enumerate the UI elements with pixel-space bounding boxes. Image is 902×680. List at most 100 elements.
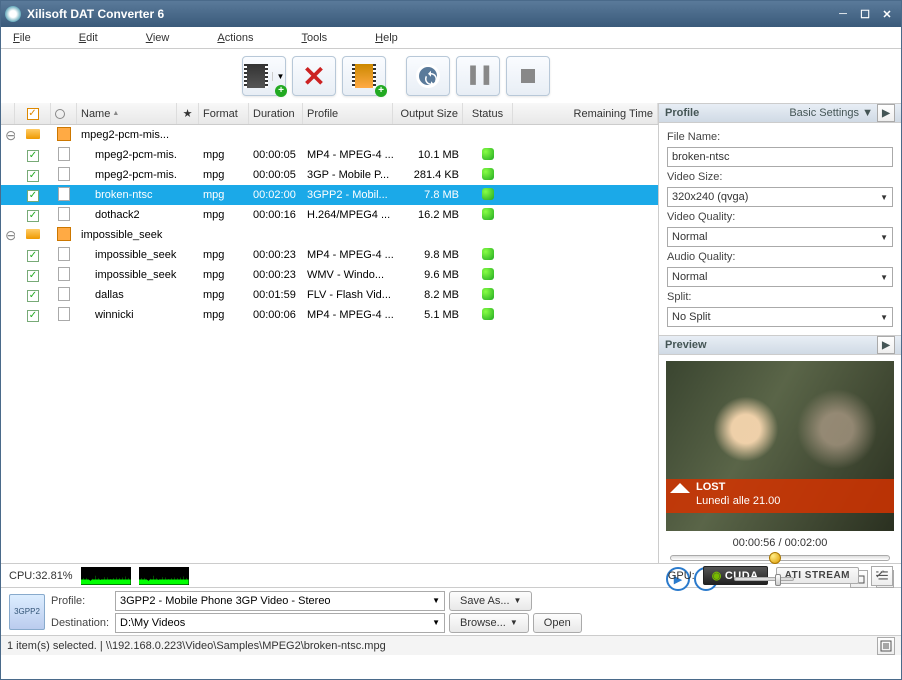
status-ready-icon (482, 168, 494, 180)
table-row[interactable]: dallasmpg00:01:59FLV - Flash Vid...8.2 M… (1, 285, 658, 305)
cell-output: 10.1 MB (393, 149, 463, 161)
stop-button[interactable] (506, 56, 550, 96)
table-row[interactable]: impossible_seek...mpg00:00:23MP4 - MPEG-… (1, 245, 658, 265)
cell-output: 281.4 KB (393, 169, 463, 181)
basic-settings-link[interactable]: Basic Settings ▼ (789, 107, 873, 119)
cell-name: dothack2 (77, 209, 177, 221)
status-ready-icon (482, 148, 494, 160)
log-button[interactable] (877, 637, 895, 655)
settings-button[interactable] (871, 566, 893, 586)
table-row[interactable]: mpeg2-pcm-mis...mpg00:00:05MP4 - MPEG-4 … (1, 145, 658, 165)
toolbar: +▼ ✕ + ▐▐ (1, 49, 901, 103)
table-row[interactable]: ⊖impossible_seek (1, 225, 658, 245)
cell-profile: 3GP - Mobile P... (303, 169, 393, 181)
minimize-button[interactable]: ─ (833, 6, 853, 22)
add-file-button[interactable]: +▼ (242, 56, 286, 96)
preview-expand-button[interactable]: ▶ (877, 336, 895, 354)
cell-output: 9.6 MB (393, 269, 463, 281)
cell-duration: 00:00:23 (249, 269, 303, 281)
cell-format: mpg (199, 249, 249, 261)
table-row[interactable]: impossible_seek...mpg00:00:23WMV - Windo… (1, 265, 658, 285)
split-select[interactable]: No Split▼ (667, 307, 893, 327)
cell-duration: 00:00:16 (249, 209, 303, 221)
menu-actions[interactable]: Actions (213, 30, 257, 46)
profile-panel-title: Profile (665, 107, 699, 119)
cell-duration: 00:02:00 (249, 189, 303, 201)
pause-button[interactable]: ▐▐ (456, 56, 500, 96)
channel-logo-icon (670, 483, 690, 493)
row-checkbox[interactable] (27, 170, 39, 182)
row-checkbox[interactable] (27, 150, 39, 162)
table-row[interactable]: mpeg2-pcm-mis...mpg00:00:053GP - Mobile … (1, 165, 658, 185)
table-row[interactable]: winnickimpg00:00:06MP4 - MPEG-4 ...5.1 M… (1, 305, 658, 325)
col-duration[interactable]: Duration (249, 103, 303, 124)
convert-button[interactable] (406, 56, 450, 96)
saveas-button[interactable]: Save As...▼ (449, 591, 532, 611)
close-button[interactable]: ✕ (877, 6, 897, 22)
col-name[interactable]: Name▲ (77, 103, 177, 124)
gpu-label: GPU: (668, 570, 695, 582)
row-checkbox[interactable] (27, 310, 39, 322)
row-checkbox[interactable] (27, 270, 39, 282)
table-row[interactable]: dothack2mpg00:00:16H.264/MPEG4 ...16.2 M… (1, 205, 658, 225)
menu-edit[interactable]: Edit (75, 30, 102, 46)
col-output[interactable]: Output Size (393, 103, 463, 124)
menu-file[interactable]: File (9, 30, 35, 46)
col-type-icon[interactable] (51, 103, 77, 124)
delete-button[interactable]: ✕ (292, 56, 336, 96)
col-remaining[interactable]: Remaining Time (513, 103, 658, 124)
cell-format: mpg (199, 169, 249, 181)
cell-profile: 3GPP2 - Mobil... (303, 189, 393, 201)
row-checkbox[interactable] (27, 190, 39, 202)
doc-icon (58, 187, 70, 201)
videosize-select[interactable]: 320x240 (qvga)▼ (667, 187, 893, 207)
profile-panel-header: Profile Basic Settings ▼ ▶ (659, 103, 901, 123)
cell-output: 16.2 MB (393, 209, 463, 221)
table-row[interactable]: broken-ntscmpg00:02:003GPP2 - Mobil...7.… (1, 185, 658, 205)
cuda-badge[interactable]: ◉CUDA (703, 566, 768, 585)
profile-panel-body: File Name: broken-ntsc Video Size: 320x2… (659, 123, 901, 335)
browse-button[interactable]: Browse...▼ (449, 613, 529, 633)
seek-slider[interactable] (670, 555, 890, 561)
table-row[interactable]: ⊖mpeg2-pcm-mis... (1, 125, 658, 145)
check-all-checkbox[interactable] (27, 108, 39, 120)
maximize-button[interactable]: ☐ (855, 6, 875, 22)
volume-slider[interactable] (734, 577, 794, 581)
preview-video[interactable]: LOST Lunedì alle 21.00 (666, 361, 894, 531)
audioquality-select[interactable]: Normal▼ (667, 267, 893, 287)
expand-icon[interactable]: ⊖ (5, 227, 15, 243)
cell-profile: H.264/MPEG4 ... (303, 209, 393, 221)
cell-output: 5.1 MB (393, 309, 463, 321)
cell-name: mpeg2-pcm-mis... (77, 149, 177, 161)
preview-time: 00:00:56 / 00:02:00 (733, 537, 828, 549)
add-profile-button[interactable]: + (342, 56, 386, 96)
row-checkbox[interactable] (27, 290, 39, 302)
row-checkbox[interactable] (27, 250, 39, 262)
preview-panel-header: Preview ▶ (659, 335, 901, 355)
ati-badge[interactable]: ATI STREAM (776, 567, 859, 584)
menu-tools[interactable]: Tools (297, 30, 331, 46)
row-checkbox[interactable] (27, 210, 39, 222)
profile-label: Profile: (51, 595, 111, 607)
profile-expand-button[interactable]: ▶ (877, 104, 895, 122)
col-status[interactable]: Status (463, 103, 513, 124)
doc-icon (58, 167, 70, 181)
doc-icon (58, 267, 70, 281)
col-profile[interactable]: Profile (303, 103, 393, 124)
cell-name: broken-ntsc (77, 189, 177, 201)
expand-icon[interactable]: ⊖ (5, 127, 15, 143)
menu-help[interactable]: Help (371, 30, 402, 46)
menu-view[interactable]: View (142, 30, 174, 46)
col-star[interactable]: ★ (177, 103, 199, 124)
cell-name: impossible_seek... (77, 269, 177, 281)
videoquality-select[interactable]: Normal▼ (667, 227, 893, 247)
status-bar: 1 item(s) selected. | \\192.168.0.223\Vi… (1, 635, 901, 655)
cell-duration: 00:00:05 (249, 149, 303, 161)
preview-panel-title: Preview (665, 339, 707, 351)
destination-select[interactable]: D:\My Videos▼ (115, 613, 445, 633)
filename-input[interactable]: broken-ntsc (667, 147, 893, 167)
profile-select[interactable]: 3GPP2 - Mobile Phone 3GP Video - Stereo▼ (115, 591, 445, 611)
profile-format-icon: 3GPP2 (9, 594, 45, 630)
open-button[interactable]: Open (533, 613, 582, 633)
col-format[interactable]: Format (199, 103, 249, 124)
